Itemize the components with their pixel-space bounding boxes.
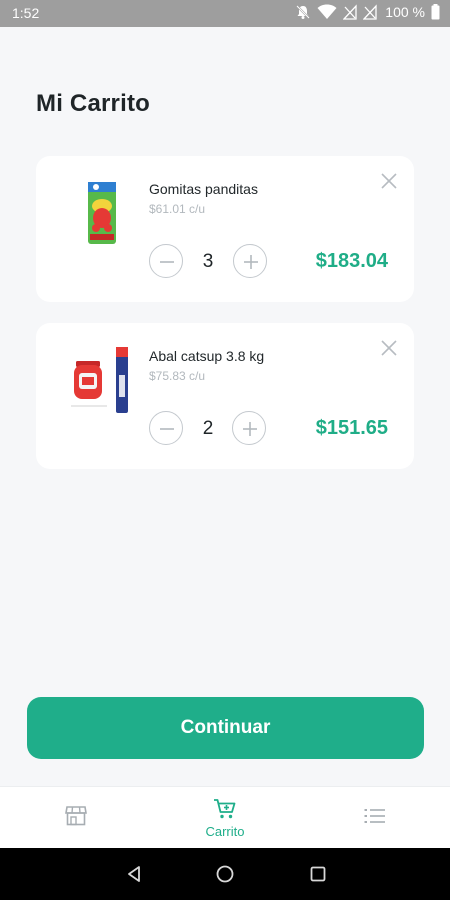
list-icon [364,809,385,823]
cart-item-card: Abal catsup 3.8 kg $75.83 c/u 2 $151.65 [36,323,414,469]
unit-price: $75.83 c/u [149,369,206,383]
store-icon [65,806,87,826]
system-nav-bar [0,848,450,900]
remove-item-button[interactable] [380,172,398,190]
close-icon [381,340,397,356]
back-icon [128,866,140,882]
close-icon [381,173,397,189]
decrease-quantity-button[interactable] [149,244,183,278]
cart-item-card: Gomitas panditas $61.01 c/u 3 $183.04 [36,156,414,302]
battery-percent: 100 % [385,4,425,20]
system-home-button[interactable] [215,864,235,884]
wifi-icon [317,4,337,19]
quantity-value: 3 [202,251,214,272]
notifications-off-icon [296,5,311,19]
increase-quantity-button[interactable] [232,411,266,445]
home-icon [216,865,234,883]
remove-item-button[interactable] [380,339,398,357]
product-image [66,178,138,250]
plus-icon [244,255,258,269]
plus-icon [243,422,257,436]
product-image [66,345,138,417]
status-bar: 1:52 100 % [0,0,450,27]
system-recents-button[interactable] [308,864,328,884]
bottom-nav: Carrito [0,786,450,848]
nav-item-store[interactable] [25,787,125,849]
nav-item-list[interactable] [325,787,425,849]
unit-price: $61.01 c/u [149,202,206,216]
nav-item-cart-label: Carrito [205,824,245,839]
recents-icon [310,866,326,882]
product-name: Gomitas panditas [149,181,258,197]
cart-icon [214,799,236,819]
no-signal-icon [343,4,357,20]
minus-icon [160,261,174,263]
status-time: 1:52 [12,5,40,21]
increase-quantity-button[interactable] [233,244,267,278]
minus-icon [160,428,174,430]
continue-button[interactable]: Continuar [27,697,424,759]
no-signal-icon [363,4,377,20]
battery-icon [431,4,440,20]
nav-item-cart[interactable]: Carrito [175,787,275,849]
product-name: Abal catsup 3.8 kg [149,348,265,364]
quantity-value: 2 [202,418,214,439]
item-total-price: $151.65 [315,417,388,439]
item-total-price: $183.04 [315,250,388,272]
status-icons: 100 % [295,4,440,20]
decrease-quantity-button[interactable] [149,411,183,445]
system-back-button[interactable] [124,864,144,884]
page-title: Mi Carrito [36,90,151,117]
